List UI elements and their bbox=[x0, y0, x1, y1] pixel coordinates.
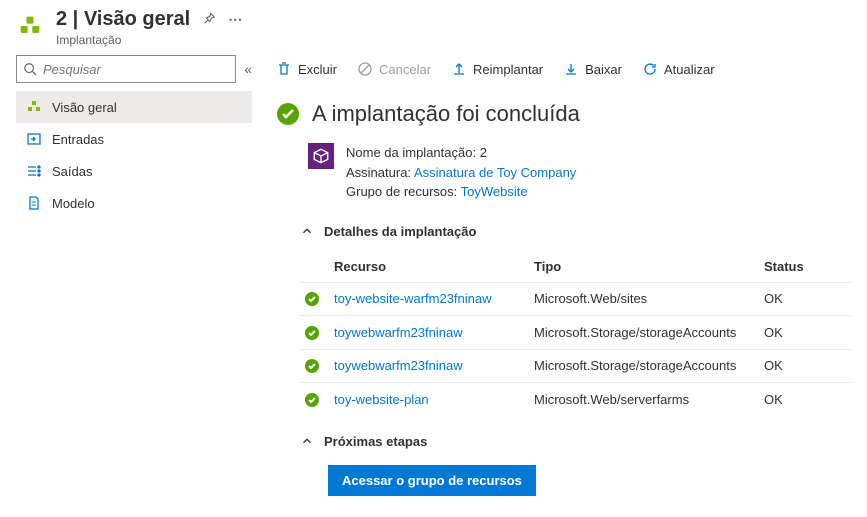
download-icon bbox=[563, 61, 579, 77]
status-title: A implantação foi concluída bbox=[312, 101, 580, 127]
page-subtitle: Implantação bbox=[56, 33, 851, 47]
col-resource: Recurso bbox=[330, 251, 530, 283]
redeploy-button[interactable]: Reimplantar bbox=[451, 61, 543, 77]
resource-type: Microsoft.Storage/storageAccounts bbox=[530, 316, 760, 350]
sidebar-item-overview[interactable]: Visão geral bbox=[16, 91, 252, 123]
page-title: 2 | Visão geral bbox=[56, 8, 190, 31]
resource-type: Microsoft.Web/serverfarms bbox=[530, 383, 760, 416]
search-input[interactable] bbox=[43, 62, 229, 77]
delete-icon bbox=[276, 61, 292, 77]
next-steps-section-header[interactable]: Próximas etapas bbox=[300, 426, 851, 457]
refresh-button[interactable]: Atualizar bbox=[642, 61, 715, 77]
cancel-icon bbox=[357, 61, 373, 77]
sidebar: « Visão geral Entradas Saídas Modelo bbox=[0, 55, 260, 502]
more-icon[interactable]: ⋯ bbox=[228, 11, 242, 28]
resource-link[interactable]: toywebwarfm23fninaw bbox=[334, 325, 463, 340]
resource-status: OK bbox=[760, 383, 851, 416]
search-input-wrapper[interactable] bbox=[16, 55, 236, 83]
pin-icon[interactable] bbox=[202, 11, 216, 28]
sidebar-item-label: Modelo bbox=[52, 196, 95, 211]
resource-link[interactable]: toy-website-warfm23fninaw bbox=[334, 291, 492, 306]
details-section-title: Detalhes da implantação bbox=[324, 224, 476, 239]
table-row: toywebwarfm23fninaw Microsoft.Storage/sto… bbox=[300, 349, 851, 383]
sidebar-item-label: Entradas bbox=[52, 132, 104, 147]
status-ok-icon bbox=[304, 325, 320, 341]
sidebar-item-outputs[interactable]: Saídas bbox=[16, 155, 252, 187]
go-to-resource-group-button[interactable]: Acessar o grupo de recursos bbox=[328, 465, 536, 496]
search-icon bbox=[23, 62, 37, 76]
delete-button[interactable]: Excluir bbox=[276, 61, 337, 77]
status-row: A implantação foi concluída bbox=[276, 101, 851, 127]
chevron-up-icon bbox=[300, 224, 314, 238]
table-row: toywebwarfm23fninaw Microsoft.Storage/sto… bbox=[300, 316, 851, 350]
col-type: Tipo bbox=[530, 251, 760, 283]
download-button[interactable]: Baixar bbox=[563, 61, 622, 77]
resource-status: OK bbox=[760, 282, 851, 316]
sidebar-nav: Visão geral Entradas Saídas Modelo bbox=[16, 91, 252, 219]
sidebar-item-label: Visão geral bbox=[52, 100, 117, 115]
deployment-icon bbox=[16, 12, 44, 40]
deployment-name-value: 2 bbox=[480, 145, 487, 160]
deployment-name-label: Nome da implantação: bbox=[346, 145, 476, 160]
table-row: toy-website-plan Microsoft.Web/serverfarm… bbox=[300, 383, 851, 416]
resources-table: Recurso Tipo Status toy-website-warfm23f… bbox=[300, 251, 851, 416]
sidebar-item-label: Saídas bbox=[52, 164, 92, 179]
col-status: Status bbox=[760, 251, 851, 283]
resource-type: Microsoft.Web/sites bbox=[530, 282, 760, 316]
cancel-button: Cancelar bbox=[357, 61, 431, 77]
success-icon bbox=[276, 102, 300, 126]
template-icon bbox=[26, 195, 42, 211]
page-header: 2 | Visão geral ⋯ Implantação bbox=[0, 0, 867, 55]
chevron-up-icon bbox=[300, 434, 314, 448]
refresh-icon bbox=[642, 61, 658, 77]
table-row: toy-website-warfm23fninaw Microsoft.Web/s… bbox=[300, 282, 851, 316]
details-section-header[interactable]: Detalhes da implantação bbox=[300, 216, 851, 247]
package-icon bbox=[308, 143, 334, 169]
subscription-label: Assinatura: bbox=[346, 165, 411, 180]
inputs-icon bbox=[26, 131, 42, 147]
resource-group-label: Grupo de recursos: bbox=[346, 184, 457, 199]
next-steps-title: Próximas etapas bbox=[324, 434, 427, 449]
resource-status: OK bbox=[760, 349, 851, 383]
overview-icon bbox=[26, 99, 42, 115]
status-ok-icon bbox=[304, 392, 320, 408]
resource-link[interactable]: toywebwarfm23fninaw bbox=[334, 358, 463, 373]
resource-group-link[interactable]: ToyWebsite bbox=[461, 184, 528, 199]
resource-link[interactable]: toy-website-plan bbox=[334, 392, 429, 407]
outputs-icon bbox=[26, 163, 42, 179]
deployment-info: Nome da implantação: 2 Assinatura: Assin… bbox=[308, 143, 851, 202]
redeploy-icon bbox=[451, 61, 467, 77]
status-ok-icon bbox=[304, 358, 320, 374]
main-content: Excluir Cancelar Reimplantar Baixar Atua… bbox=[260, 55, 867, 502]
resource-type: Microsoft.Storage/storageAccounts bbox=[530, 349, 760, 383]
sidebar-item-inputs[interactable]: Entradas bbox=[16, 123, 252, 155]
resource-status: OK bbox=[760, 316, 851, 350]
status-ok-icon bbox=[304, 291, 320, 307]
collapse-sidebar-icon[interactable]: « bbox=[244, 61, 252, 77]
toolbar: Excluir Cancelar Reimplantar Baixar Atua… bbox=[276, 55, 851, 91]
sidebar-item-template[interactable]: Modelo bbox=[16, 187, 252, 219]
subscription-link[interactable]: Assinatura de Toy Company bbox=[414, 165, 576, 180]
